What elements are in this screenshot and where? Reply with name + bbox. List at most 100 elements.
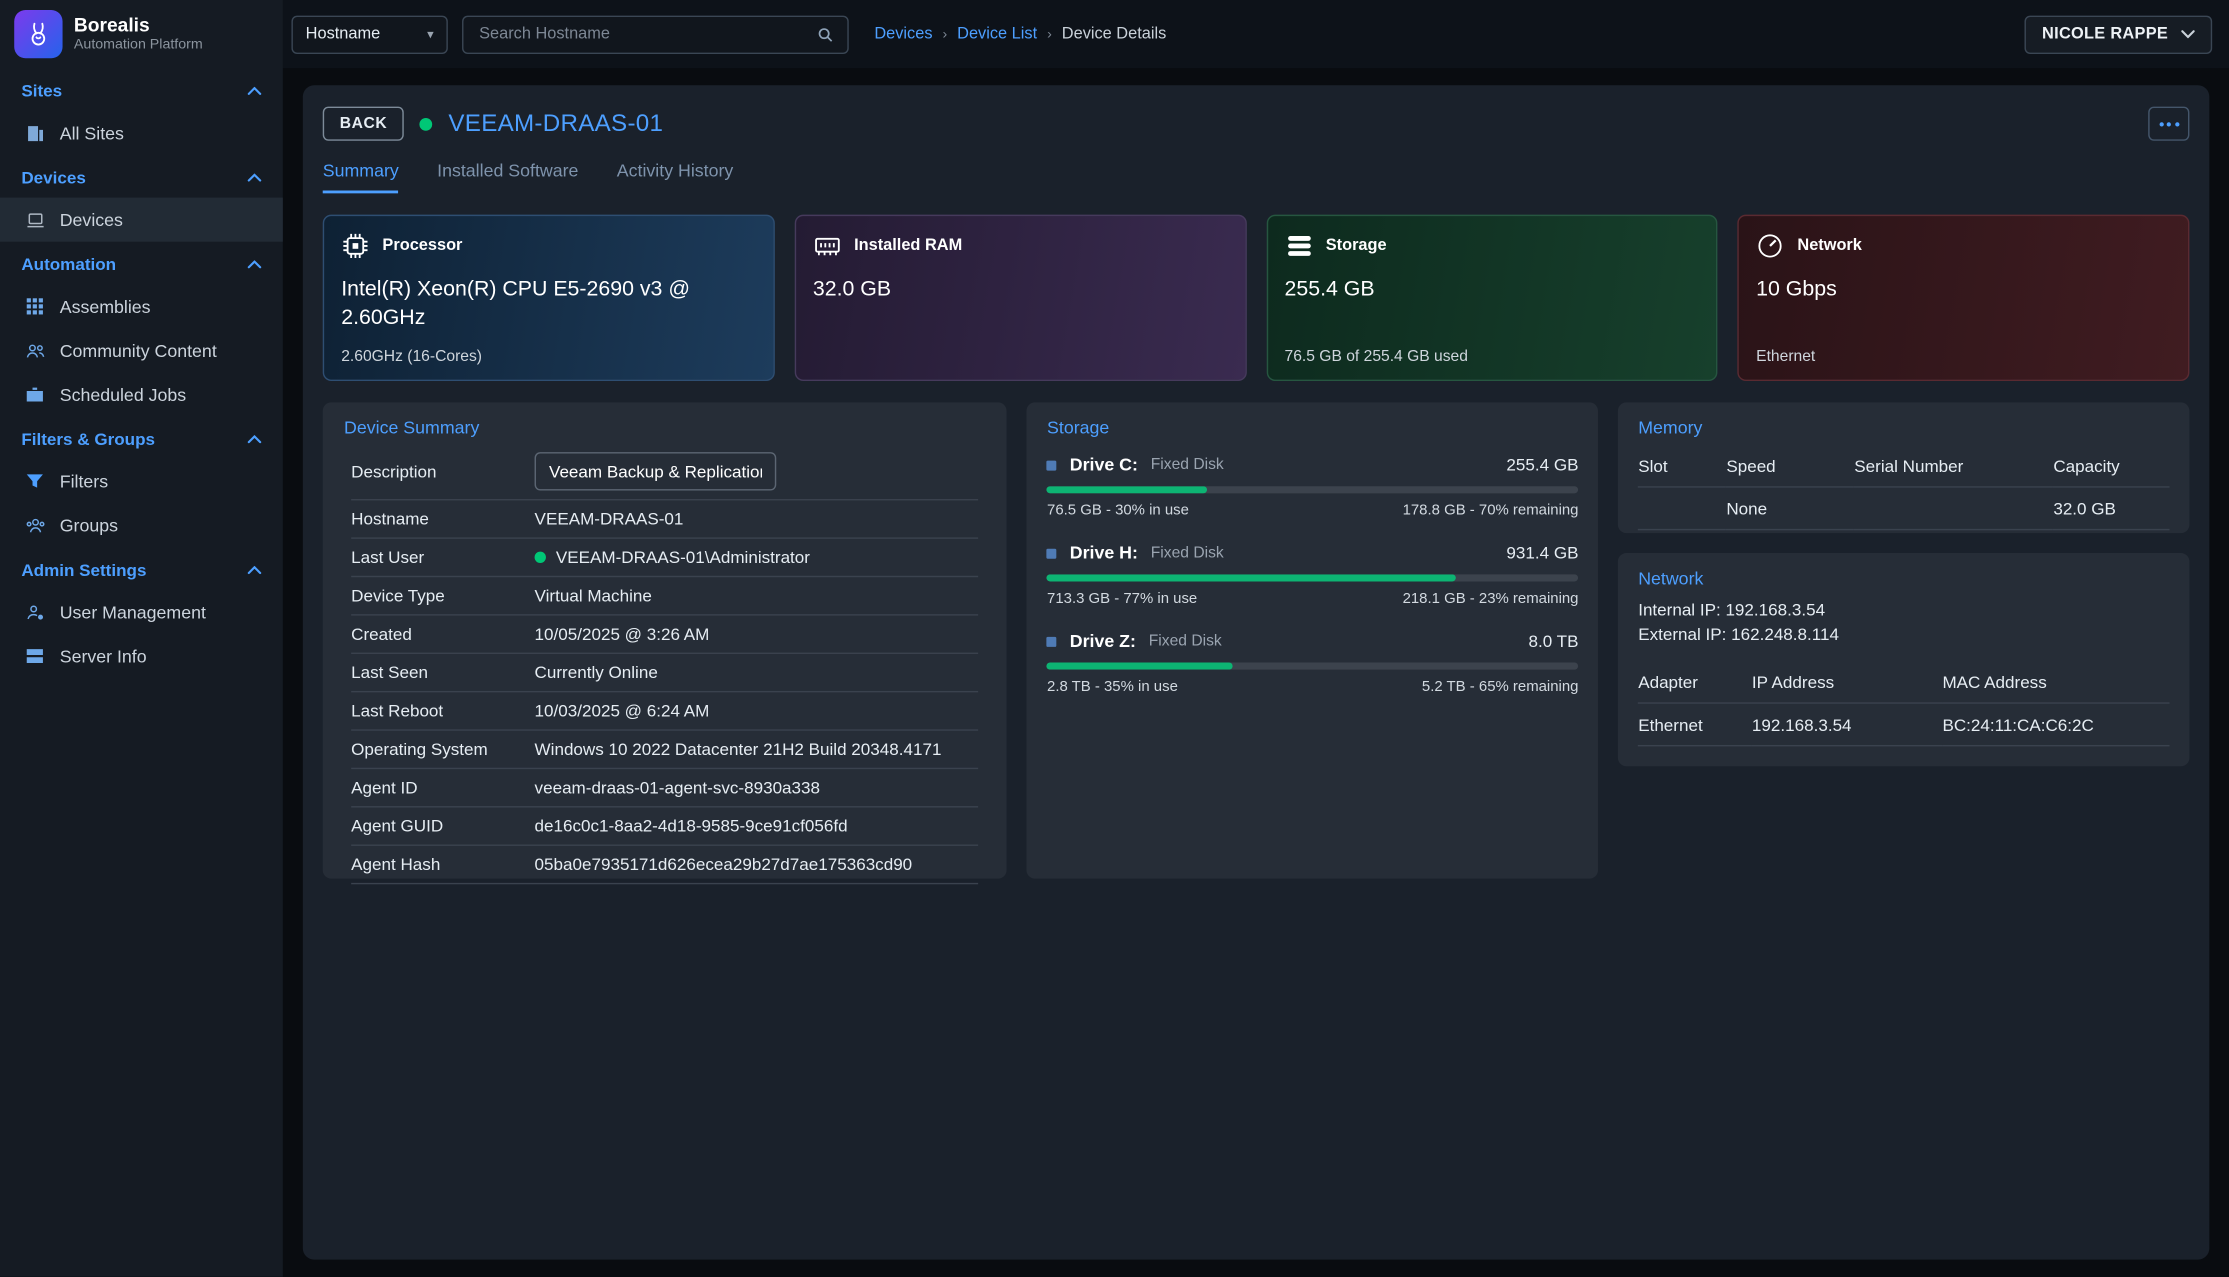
- row-label: Last User: [351, 547, 534, 567]
- memory-col-capacity: Capacity: [2053, 445, 2169, 487]
- people-icon: [24, 340, 45, 361]
- row-label: Device Type: [351, 586, 534, 606]
- drive-h: Drive H: Fixed Disk 931.4 GB 713.3 GB - …: [1047, 543, 1578, 607]
- chevron-down-icon: ▾: [427, 26, 433, 42]
- sidebar-section-sites[interactable]: Sites: [0, 68, 283, 111]
- groups-icon: [24, 515, 45, 536]
- drive-usage-bar: [1047, 486, 1578, 493]
- more-options-button[interactable]: [2148, 107, 2189, 141]
- section-label: Devices: [21, 168, 86, 188]
- storage-panel: Storage Drive C: Fixed Disk 255.4 GB 76.…: [1027, 402, 1598, 878]
- network-ip: 192.168.3.54: [1752, 703, 1943, 746]
- sidebar-item-filters[interactable]: Filters: [0, 459, 283, 503]
- sidebar-section-filters-groups[interactable]: Filters & Groups: [0, 417, 283, 460]
- device-details-panel: BACK VEEAM-DRAAS-01 Summary Installed So…: [303, 85, 2209, 1259]
- drive-bullet-icon: [1047, 636, 1057, 646]
- drive-used-text: 2.8 TB - 35% in use: [1047, 678, 1178, 695]
- nav-item-label: Devices: [60, 210, 123, 230]
- memory-serial: [1854, 487, 2053, 530]
- network-table: Adapter IP Address MAC Address Ethernet …: [1638, 661, 2169, 746]
- storage-value: 255.4 GB: [1285, 276, 1700, 305]
- row-label: Last Reboot: [351, 701, 534, 721]
- memory-col-speed: Speed: [1726, 445, 1854, 487]
- chevron-up-icon: [247, 566, 261, 575]
- online-status-dot: [420, 117, 433, 130]
- drive-remaining-text: 218.1 GB - 23% remaining: [1403, 590, 1579, 607]
- gauge-icon: [1756, 232, 1784, 260]
- sidebar-item-groups[interactable]: Groups: [0, 503, 283, 547]
- network-panel-title: Network: [1638, 569, 2169, 589]
- stat-cards: Processor Intel(R) Xeon(R) CPU E5-2690 v…: [323, 215, 2190, 381]
- user-gear-icon: [24, 601, 45, 622]
- nav-item-label: All Sites: [60, 123, 124, 143]
- cpu-icon: [341, 232, 369, 260]
- network-col-mac: MAC Address: [1942, 661, 2169, 703]
- sidebar-item-all-sites[interactable]: All Sites: [0, 111, 283, 155]
- summary-row-agent-hash: Agent Hash 05ba0e7935171d626ecea29b27d7a…: [351, 846, 979, 884]
- back-button[interactable]: BACK: [323, 107, 405, 141]
- online-status-dot: [535, 552, 546, 563]
- summary-row-agent-id: Agent ID veeam-draas-01-agent-svc-8930a3…: [351, 769, 979, 807]
- building-icon: [24, 122, 45, 143]
- network-panel: Network Internal IP: 192.168.3.54 Extern…: [1618, 553, 2189, 766]
- user-menu-button[interactable]: NICOLE RAPPE: [2025, 15, 2212, 53]
- summary-row-last-seen: Last Seen Currently Online: [351, 654, 979, 692]
- topbar: Hostname ▾ Devices › Device List › Devic…: [283, 0, 2229, 68]
- sidebar-item-scheduled-jobs[interactable]: Scheduled Jobs: [0, 372, 283, 416]
- installed-ram-card: Installed RAM 32.0 GB: [794, 215, 1246, 381]
- breadcrumb: Devices › Device List › Device Details: [874, 26, 1166, 43]
- nav-item-label: Filters: [60, 471, 108, 491]
- drive-name: Drive H:: [1070, 543, 1138, 563]
- breadcrumb-devices[interactable]: Devices: [874, 26, 932, 43]
- row-label: Agent GUID: [351, 816, 534, 836]
- memory-slot: [1638, 487, 1726, 530]
- drive-bullet-icon: [1047, 548, 1057, 558]
- sidebar-item-user-management[interactable]: User Management: [0, 590, 283, 634]
- sidebar-item-server-info[interactable]: Server Info: [0, 634, 283, 678]
- memory-panel-title: Memory: [1638, 418, 2169, 438]
- tab-installed-software[interactable]: Installed Software: [437, 161, 578, 194]
- search-icon[interactable]: [816, 25, 834, 43]
- chevron-down-icon: [2181, 30, 2195, 39]
- ram-icon: [813, 232, 841, 260]
- card-title: Processor: [382, 237, 462, 254]
- card-title: Installed RAM: [854, 237, 962, 254]
- memory-table: Slot Speed Serial Number Capacity: [1638, 445, 2169, 530]
- tab-activity-history[interactable]: Activity History: [617, 161, 734, 194]
- drive-bullet-icon: [1047, 460, 1057, 470]
- breadcrumb-separator: ›: [942, 26, 947, 42]
- processor-footer: 2.60GHz (16-Cores): [341, 348, 482, 365]
- row-label: Description: [351, 461, 534, 481]
- network-row: Ethernet 192.168.3.54 BC:24:11:CA:C6:2C: [1638, 703, 2169, 746]
- summary-row-hostname: Hostname VEEAM-DRAAS-01: [351, 500, 979, 538]
- sidebar-item-devices[interactable]: Devices: [0, 198, 283, 242]
- drive-usage-bar: [1047, 574, 1578, 581]
- brand: Borealis Automation Platform: [0, 0, 283, 68]
- search-field-select[interactable]: Hostname ▾: [291, 15, 447, 53]
- select-value: Hostname: [306, 26, 381, 43]
- search-input[interactable]: [476, 24, 807, 44]
- drive-z: Drive Z: Fixed Disk 8.0 TB 2.8 TB - 35% …: [1047, 631, 1578, 695]
- sidebar-item-assemblies[interactable]: Assemblies: [0, 284, 283, 328]
- brand-name: Borealis: [74, 15, 203, 37]
- row-value: Virtual Machine: [535, 586, 979, 606]
- nav-item-label: Assemblies: [60, 296, 151, 316]
- breadcrumb-device-list[interactable]: Device List: [957, 26, 1037, 43]
- processor-value: Intel(R) Xeon(R) CPU E5-2690 v3 @ 2.60GH…: [341, 276, 756, 334]
- breadcrumb-device-details: Device Details: [1062, 26, 1166, 43]
- server-icon: [24, 645, 45, 666]
- sidebar-section-automation[interactable]: Automation: [0, 242, 283, 285]
- drive-type: Fixed Disk: [1151, 456, 1224, 473]
- processor-card: Processor Intel(R) Xeon(R) CPU E5-2690 v…: [323, 215, 775, 381]
- memory-capacity: 32.0 GB: [2053, 487, 2169, 530]
- nav-item-label: Groups: [60, 515, 118, 535]
- sidebar-section-admin-settings[interactable]: Admin Settings: [0, 547, 283, 590]
- briefcase-icon: [24, 384, 45, 405]
- summary-row-created: Created 10/05/2025 @ 3:26 AM: [351, 616, 979, 654]
- tab-summary[interactable]: Summary: [323, 161, 399, 194]
- description-input[interactable]: [535, 452, 777, 490]
- sidebar-item-community-content[interactable]: Community Content: [0, 328, 283, 372]
- drive-type: Fixed Disk: [1151, 545, 1224, 562]
- network-card: Network 10 Gbps Ethernet: [1738, 215, 2190, 381]
- sidebar-section-devices[interactable]: Devices: [0, 155, 283, 198]
